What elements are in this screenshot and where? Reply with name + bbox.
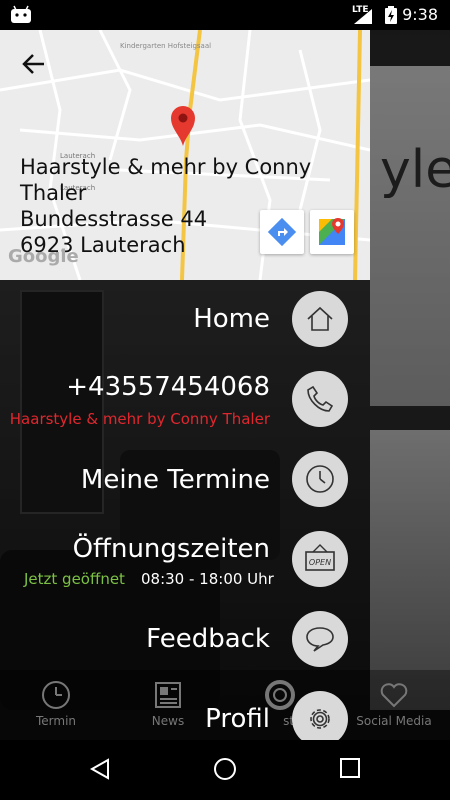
- tab-social-media[interactable]: Social Media: [338, 670, 450, 740]
- menu-hours-label[interactable]: Öffnungszeiten: [73, 534, 270, 564]
- directions-icon: [267, 217, 297, 247]
- heart-icon: [380, 683, 408, 708]
- home-circle-icon[interactable]: [213, 757, 237, 781]
- recent-apps-icon[interactable]: [339, 757, 361, 779]
- map-pin-icon: [171, 106, 195, 146]
- system-navigation-bar: [0, 740, 450, 800]
- call-button[interactable]: [292, 371, 348, 427]
- back-icon[interactable]: [88, 757, 112, 781]
- profile-button[interactable]: [292, 691, 348, 747]
- home-icon: [307, 306, 333, 331]
- open-status: Jetzt geöffnet: [24, 570, 125, 588]
- home-button[interactable]: [292, 291, 348, 347]
- directions-button[interactable]: [260, 210, 304, 254]
- phone-business-name: Haarstyle & mehr by Conny Thaler: [9, 410, 270, 428]
- speech-bubble-icon: [306, 627, 334, 652]
- menu-home-label[interactable]: Home: [193, 304, 270, 334]
- svg-text:OPEN: OPEN: [309, 558, 331, 567]
- tab-termin[interactable]: Termin: [0, 670, 112, 740]
- opening-hours-time: 08:30 - 18:00 Uhr: [141, 570, 274, 588]
- android-icon: [11, 5, 31, 23]
- google-maps-icon: [319, 218, 345, 245]
- location-map-card[interactable]: Kindergarten Hofsteigsaal Lauterach Laut…: [0, 30, 370, 280]
- clock-icon: [306, 465, 334, 493]
- open-in-maps-button[interactable]: [310, 210, 354, 254]
- signal-icon: [354, 9, 372, 24]
- clock-time: 9:38: [402, 5, 438, 24]
- phone-icon: [307, 385, 334, 412]
- tab-label: Termin: [35, 714, 77, 728]
- battery-charging-icon: [385, 6, 397, 24]
- menu-feedback-label[interactable]: Feedback: [146, 624, 270, 654]
- newspaper-icon: [155, 682, 181, 708]
- appointments-button[interactable]: [292, 451, 348, 507]
- open-sign-icon: OPEN: [305, 544, 335, 571]
- menu-phone-label[interactable]: +43557454068: [66, 372, 270, 402]
- back-arrow-icon[interactable]: [20, 50, 48, 78]
- menu-appointments-label[interactable]: Meine Termine: [81, 465, 270, 495]
- business-name-line1: Haarstyle & mehr by Conny: [20, 155, 312, 179]
- feedback-button[interactable]: [292, 611, 348, 667]
- status-bar: LTE 9:38: [0, 0, 450, 30]
- gear-icon: [310, 709, 330, 729]
- map-label: Kindergarten Hofsteigsaal: [120, 42, 211, 50]
- menu-profile-label[interactable]: Profil: [205, 704, 270, 734]
- hours-button[interactable]: OPEN: [292, 531, 348, 587]
- business-name-line2: Thaler: [20, 181, 87, 205]
- tab-label: Social Media: [356, 714, 432, 728]
- google-watermark: Google: [8, 246, 79, 267]
- clock-icon: [42, 681, 70, 709]
